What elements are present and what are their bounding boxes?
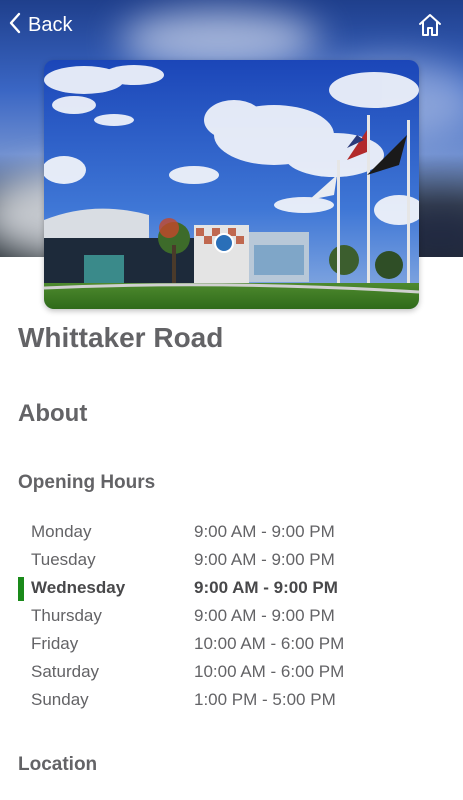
hours-value: 9:00 AM - 9:00 PM [194, 522, 335, 541]
hours-value: 10:00 AM - 6:00 PM [194, 662, 345, 681]
day-label: Monday [31, 522, 92, 541]
day-label: Saturday [31, 662, 100, 681]
hours-value: 1:00 PM - 5:00 PM [194, 690, 336, 709]
top-nav-bar: Back [0, 0, 463, 50]
location-heading: Location [18, 754, 98, 775]
opening-hours-list: Monday 9:00 AM - 9:00 PM Tuesday 9:00 AM… [0, 518, 463, 714]
hours-row-tuesday: Tuesday 9:00 AM - 9:00 PM [0, 546, 463, 574]
today-marker [18, 577, 24, 601]
hours-row-thursday: Thursday 9:00 AM - 9:00 PM [0, 602, 463, 630]
opening-hours-heading: Opening Hours [18, 472, 156, 493]
home-icon [419, 14, 441, 36]
hours-value: 9:00 AM - 9:00 PM [194, 550, 335, 569]
day-label: Friday [31, 634, 79, 653]
day-label: Thursday [31, 606, 102, 625]
hours-row-wednesday: Wednesday 9:00 AM - 9:00 PM [0, 574, 463, 602]
about-heading: About [18, 400, 88, 427]
hours-value: 9:00 AM - 9:00 PM [194, 578, 338, 597]
location-photo [44, 60, 419, 309]
hours-value: 9:00 AM - 9:00 PM [194, 606, 335, 625]
day-label: Wednesday [31, 578, 126, 597]
hours-row-saturday: Saturday 10:00 AM - 6:00 PM [0, 658, 463, 686]
location-title: Whittaker Road [18, 322, 224, 353]
hours-row-sunday: Sunday 1:00 PM - 5:00 PM [0, 686, 463, 714]
back-button[interactable]: Back [8, 10, 72, 40]
day-label: Sunday [31, 690, 89, 709]
back-label: Back [28, 13, 73, 36]
chevron-left-icon [8, 12, 22, 39]
home-button[interactable] [417, 12, 443, 38]
hours-value: 10:00 AM - 6:00 PM [194, 634, 345, 653]
day-label: Tuesday [31, 550, 96, 569]
hours-row-friday: Friday 10:00 AM - 6:00 PM [0, 630, 463, 658]
hours-row-monday: Monday 9:00 AM - 9:00 PM [0, 518, 463, 546]
